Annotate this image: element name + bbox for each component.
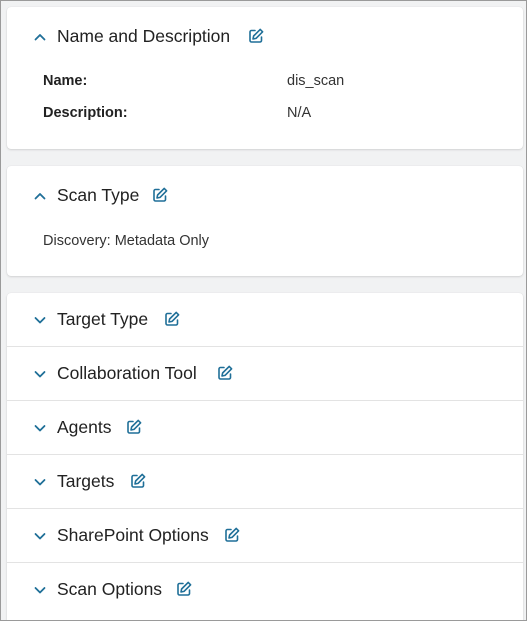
- edit-icon[interactable]: [247, 27, 265, 45]
- collaboration-tool-section[interactable]: Collaboration Tool: [7, 347, 523, 401]
- chevron-up-icon[interactable]: [33, 189, 47, 203]
- section-title[interactable]: Targets: [57, 469, 114, 493]
- collapsed-sections-list: Target Type Collaboration Tool Agents Ta…: [7, 293, 523, 620]
- target-type-section[interactable]: Target Type: [7, 293, 523, 347]
- chevron-down-icon[interactable]: [33, 529, 47, 543]
- name-description-section: Name and Description Name: dis_scan Desc…: [7, 7, 523, 149]
- edit-icon[interactable]: [129, 472, 147, 490]
- section-title[interactable]: Scan Type: [57, 183, 139, 207]
- section-title[interactable]: Scan Options: [57, 577, 162, 601]
- edit-icon[interactable]: [163, 310, 181, 328]
- chevron-down-icon[interactable]: [33, 367, 47, 381]
- section-title[interactable]: Target Type: [57, 307, 148, 331]
- scan-type-value: Discovery: Metadata Only: [43, 233, 210, 249]
- sharepoint-options-section[interactable]: SharePoint Options: [7, 509, 523, 563]
- chevron-down-icon[interactable]: [33, 313, 47, 327]
- edit-icon[interactable]: [175, 580, 193, 598]
- scan-options-section[interactable]: Scan Options: [7, 563, 523, 617]
- edit-icon[interactable]: [223, 526, 241, 544]
- section-title[interactable]: Agents: [57, 415, 111, 439]
- scan-type-section: Scan Type Discovery: Metadata Only: [7, 166, 523, 276]
- description-value: N/A: [287, 105, 312, 121]
- edit-icon[interactable]: [216, 364, 234, 382]
- section-title[interactable]: Name and Description: [57, 24, 230, 48]
- chevron-down-icon[interactable]: [33, 421, 47, 435]
- section-title[interactable]: Collaboration Tool: [57, 361, 197, 385]
- agents-section[interactable]: Agents: [7, 401, 523, 455]
- chevron-down-icon[interactable]: [33, 583, 47, 597]
- section-title[interactable]: SharePoint Options: [57, 523, 209, 547]
- edit-icon[interactable]: [151, 186, 169, 204]
- name-label: Name:: [43, 73, 88, 89]
- scan-summary-panel: Name and Description Name: dis_scan Desc…: [0, 0, 527, 621]
- chevron-up-icon[interactable]: [33, 30, 47, 44]
- name-value: dis_scan: [287, 73, 345, 89]
- description-label: Description:: [43, 105, 128, 121]
- targets-section[interactable]: Targets: [7, 455, 523, 509]
- edit-icon[interactable]: [125, 418, 143, 436]
- chevron-down-icon[interactable]: [33, 475, 47, 489]
